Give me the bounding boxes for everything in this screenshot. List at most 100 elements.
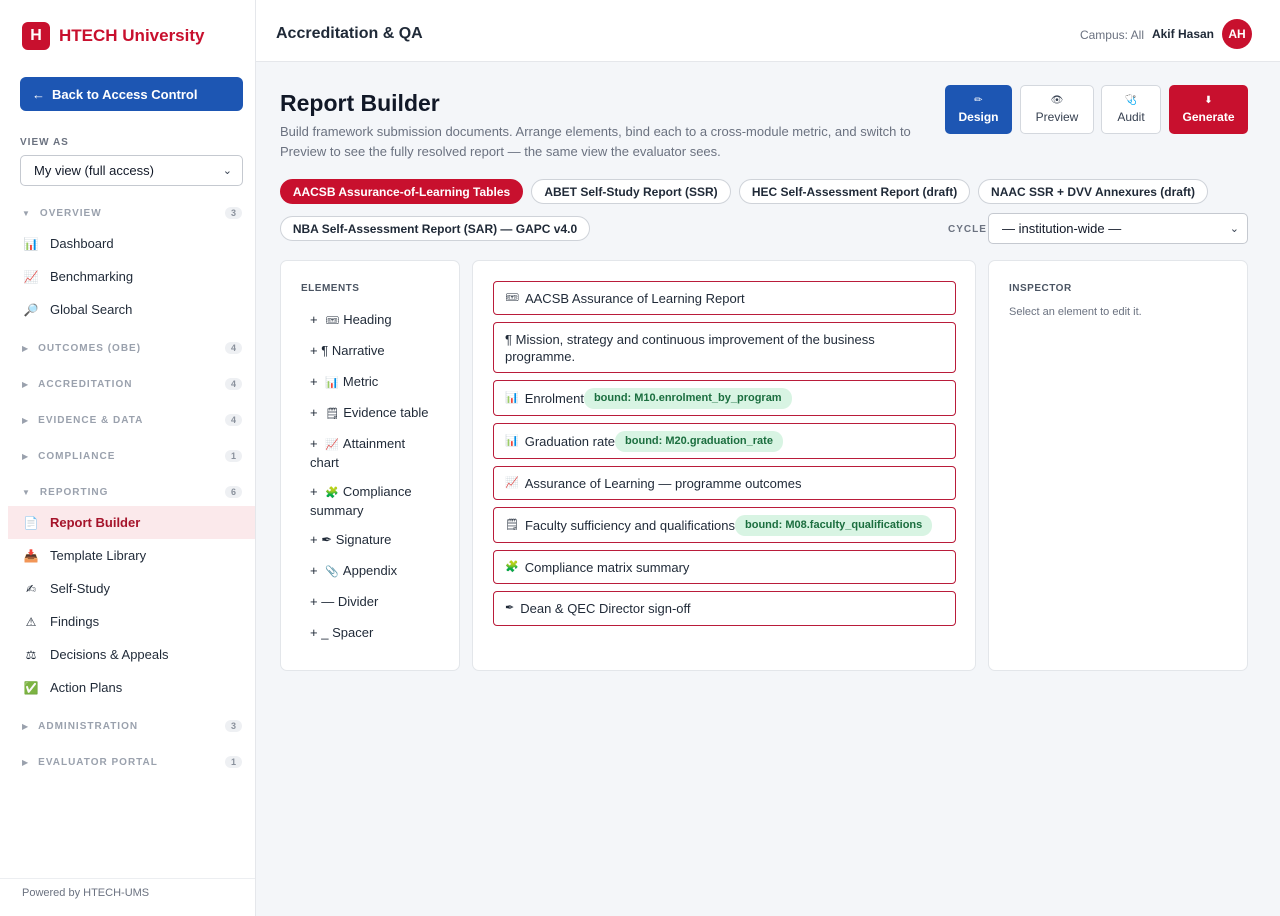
- document-icon: 📄: [23, 515, 39, 530]
- sidebar-item-benchmarking[interactable]: 📈 Benchmarking: [8, 260, 255, 293]
- campus-filter[interactable]: Campus: All: [1080, 28, 1144, 42]
- nav-section-overview[interactable]: ▼ OVERVIEW 3: [22, 207, 242, 219]
- element-label: Appendix: [342, 563, 398, 578]
- module-title: Accreditation & QA: [276, 25, 423, 42]
- framework-chip-abet[interactable]: ABET Self-Study Report (SSR): [531, 179, 731, 204]
- canvas-item-metric-graduation[interactable]: 📊 Graduation rate bound: M20.graduation_…: [493, 423, 956, 459]
- preview-mode-button[interactable]: 👁 Preview: [1020, 85, 1094, 134]
- nav-section-count: 1: [224, 756, 242, 768]
- element-compliance-summary[interactable]: + 🧩 Compliance summary: [310, 483, 430, 519]
- back-to-access-control-button[interactable]: ← Back to Access Control: [20, 77, 243, 111]
- element-narrative[interactable]: + ¶ Narrative: [310, 342, 385, 359]
- powered-by-footer: Powered by HTECH-UMS: [0, 878, 255, 907]
- nav-section-label: OVERVIEW: [39, 207, 102, 219]
- divider-icon: —: [321, 594, 335, 609]
- element-label: Evidence table: [343, 405, 429, 420]
- user-name[interactable]: Akif Hasan: [1152, 27, 1214, 41]
- canvas-item-metric-enrolment[interactable]: 📊 Enrolment bound: M10.enrolment_by_prog…: [493, 380, 956, 416]
- avatar[interactable]: AH: [1222, 19, 1252, 49]
- binding-badge: bound: M20.graduation_rate: [615, 430, 783, 452]
- element-label: Spacer: [332, 625, 374, 640]
- canvas-item-evidence-table[interactable]: 🗒 Faculty sufficiency and qualifications…: [493, 507, 956, 543]
- canvas-item-heading[interactable]: 🎟 AACSB Assurance of Learning Report: [493, 281, 956, 315]
- nav-section-accreditation[interactable]: ▶ ACCREDITATION 4: [22, 378, 242, 390]
- canvas-item-label: Enrolment: [524, 390, 584, 406]
- element-signature[interactable]: + ✒ Signature: [310, 531, 391, 548]
- canvas-item-signature[interactable]: ✒ Dean & QEC Director sign-off: [493, 591, 956, 626]
- brand-name: HTECH University: [59, 26, 205, 45]
- canvas-item-attainment-chart[interactable]: 📈 Assurance of Learning — programme outc…: [493, 466, 956, 500]
- sidebar-item-dashboard[interactable]: 📊 Dashboard: [8, 227, 255, 260]
- canvas-item-text: Mission, strategy and continuous improve…: [505, 331, 875, 364]
- notepad-icon: 🗒: [505, 518, 519, 531]
- nav-section-label: COMPLIANCE: [38, 450, 116, 462]
- nav-section-evidence-data[interactable]: ▶ EVIDENCE & DATA 4: [22, 414, 242, 426]
- audit-mode-button[interactable]: 🩺 Audit: [1101, 85, 1161, 134]
- scales-icon: ⚖: [25, 647, 37, 662]
- framework-chip-hec[interactable]: HEC Self-Assessment Report (draft): [739, 179, 970, 204]
- sidebar-item-self-study[interactable]: ✍ Self-Study: [8, 572, 255, 605]
- nav-section-compliance[interactable]: ▶ COMPLIANCE 1: [22, 450, 242, 462]
- element-attainment-chart[interactable]: + 📈 Attainment chart: [310, 435, 430, 471]
- view-as-label: VIEW AS: [20, 137, 69, 148]
- canvas-item-label: Assurance of Learning — programme outcom…: [524, 475, 802, 491]
- nav-section-reporting[interactable]: ▼ REPORTING 6: [22, 486, 242, 498]
- trend-chart-icon: 📈: [325, 439, 339, 451]
- canvas-item-label: Graduation rate: [524, 433, 616, 449]
- framework-chip-nba[interactable]: NBA Self-Assessment Report (SAR) — GAPC …: [280, 216, 590, 241]
- collapsed-caret-icon: ▶: [22, 379, 30, 389]
- collapsed-caret-icon: ▶: [22, 415, 30, 425]
- element-divider[interactable]: + — Divider: [310, 593, 378, 610]
- nav-section-count: 4: [224, 342, 242, 354]
- cycle-value: — institution-wide —: [1002, 221, 1122, 236]
- nav-section-label: EVALUATOR PORTAL: [38, 756, 158, 768]
- canvas-item-compliance-summary[interactable]: 🧩 Compliance matrix summary: [493, 550, 956, 584]
- view-as-select[interactable]: My view (full access) ⌄: [20, 155, 243, 186]
- element-appendix[interactable]: + 📎 Appendix: [310, 562, 397, 581]
- sidebar-item-report-builder[interactable]: 📄 Report Builder: [8, 506, 255, 539]
- bar-chart-icon: 📊: [23, 236, 39, 251]
- framework-chip-naac[interactable]: NAAC SSR + DVV Annexures (draft): [978, 179, 1208, 204]
- sidebar-item-label: Self-Study: [50, 581, 110, 596]
- puzzle-icon: 🧩: [325, 487, 339, 499]
- nav-section-label: EVIDENCE & DATA: [38, 414, 144, 426]
- stethoscope-icon: 🩺: [1124, 95, 1138, 106]
- nav-section-outcomes[interactable]: ▶ OUTCOMES (OBE) 4: [22, 342, 242, 354]
- design-mode-button[interactable]: ✏ Design: [945, 85, 1012, 134]
- warning-icon: ⚠: [25, 614, 37, 629]
- canvas-item-narrative[interactable]: ¶ Mission, strategy and continuous impro…: [493, 322, 956, 373]
- pen-icon: ✒: [505, 602, 515, 614]
- collapsed-caret-icon: ▶: [22, 721, 30, 731]
- nav-section-count: 4: [224, 378, 242, 390]
- sidebar-item-label: Benchmarking: [50, 269, 134, 284]
- nav-section-administration[interactable]: ▶ ADMINISTRATION 3: [22, 720, 242, 732]
- sidebar-item-template-library[interactable]: 📥 Template Library: [8, 539, 255, 572]
- element-evidence-table[interactable]: + 🗒 Evidence table: [310, 404, 428, 423]
- element-metric[interactable]: + 📊 Metric: [310, 373, 378, 392]
- element-label: Heading: [343, 312, 392, 327]
- back-button-label: Back to Access Control: [52, 86, 198, 102]
- trend-chart-icon: 📈: [505, 476, 519, 489]
- element-heading[interactable]: + 🎟 Heading: [310, 311, 392, 330]
- check-box-icon: ✅: [23, 680, 39, 695]
- mode-label: Audit: [1117, 110, 1145, 124]
- sidebar-item-action-plans[interactable]: ✅ Action Plans: [8, 671, 255, 704]
- cycle-select[interactable]: — institution-wide — ⌄: [988, 213, 1248, 244]
- element-spacer[interactable]: + _ Spacer: [310, 624, 373, 641]
- nav-section-count: 6: [224, 486, 242, 498]
- sidebar-item-label: Report Builder: [50, 515, 141, 530]
- sidebar-item-global-search[interactable]: 🔎 Global Search: [8, 293, 255, 326]
- binding-badge: bound: M08.faculty_qualifications: [735, 514, 933, 536]
- inspector-hint: Select an element to edit it.: [1009, 306, 1142, 318]
- framework-chip-aacsb[interactable]: AACSB Assurance-of-Learning Tables: [280, 179, 523, 204]
- sidebar-item-label: Template Library: [50, 548, 147, 563]
- bar-chart-icon: 📊: [505, 434, 519, 447]
- sidebar-item-findings[interactable]: ⚠ Findings: [8, 605, 255, 638]
- brand[interactable]: H HTECH University: [0, 0, 255, 72]
- generate-button[interactable]: ⬇ Generate: [1169, 85, 1248, 134]
- element-label: Metric: [342, 374, 379, 389]
- nav-section-evaluator-portal[interactable]: ▶ EVALUATOR PORTAL 1: [22, 756, 242, 768]
- brand-logo-icon: H: [22, 22, 50, 50]
- collapsed-caret-icon: ▶: [22, 757, 30, 767]
- sidebar-item-decisions-appeals[interactable]: ⚖ Decisions & Appeals: [8, 638, 255, 671]
